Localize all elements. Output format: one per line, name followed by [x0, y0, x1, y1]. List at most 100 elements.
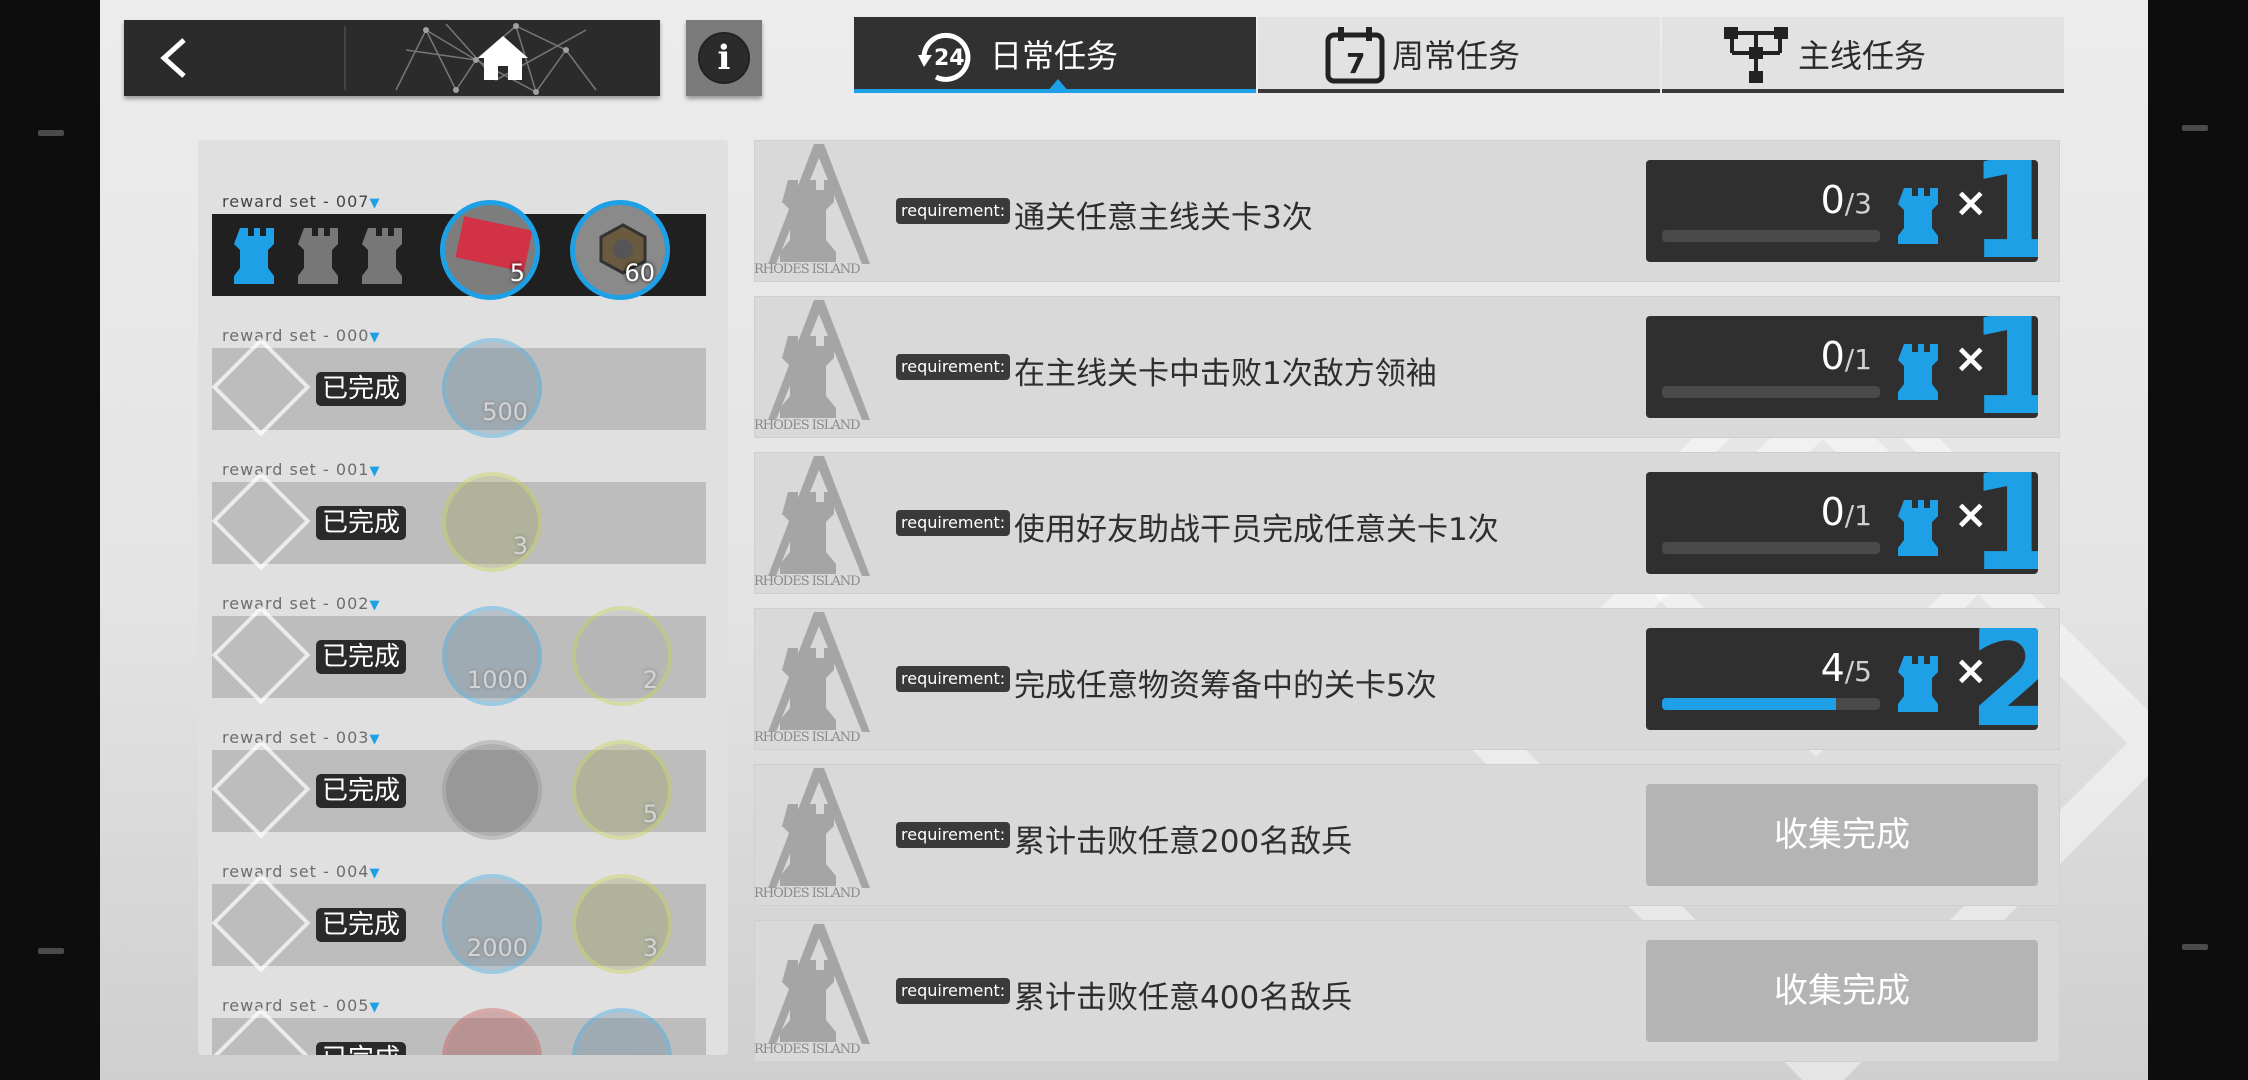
quest-description: 累计击败任意400名敌兵 — [1014, 980, 1353, 1016]
emblem-text: RHODES ISLAND — [754, 574, 861, 589]
reward-set-bar: 已完成 5 — [211, 739, 706, 840]
reward-item-nut[interactable]: 60 — [570, 200, 670, 300]
reward-item[interactable]: 3 — [572, 874, 672, 974]
reward-set-bar: 已完成 2000 3 — [211, 873, 706, 974]
rook-icon — [234, 228, 274, 284]
rhodes-island-emblem-icon: RHODES ISLAND — [754, 140, 884, 282]
reward-set-label: reward set - 005▼ — [222, 996, 381, 1015]
item-count: 5 — [509, 259, 525, 287]
quest-row[interactable]: RHODES ISLAND requirement: 完成任意物资筹备中的关卡5次 4… — [754, 608, 2060, 750]
quest-row[interactable]: RHODES ISLAND requirement: 在主线关卡中击败1次敌方领袖 0… — [754, 296, 2060, 438]
active-tab-pointer — [1046, 79, 1070, 93]
reward-set[interactable]: reward set - 004▼ 已完成 2000 3 — [198, 862, 728, 996]
rhodes-island-emblem-icon: RHODES ISLAND — [754, 296, 884, 438]
completed-emblem-icon — [211, 739, 311, 839]
emblem-text: RHODES ISLAND — [754, 886, 861, 901]
reward-set-label: reward set - 007▼ — [222, 192, 381, 211]
left-frame — [0, 0, 100, 1080]
progress-current: 4 — [1820, 646, 1845, 690]
hierarchy-icon — [1724, 27, 1788, 83]
collected-button[interactable]: 收集完成 — [1646, 940, 2038, 1042]
multiply-sign: × — [1954, 336, 1988, 382]
tab-main[interactable]: 主线任务 — [1662, 17, 2064, 93]
right-frame — [2148, 0, 2248, 1080]
progress-count: 4/5 — [1821, 646, 1872, 690]
completed-emblem-icon — [211, 471, 311, 571]
progress-current: 0 — [1820, 490, 1845, 534]
progress-total: /1 — [1844, 499, 1872, 532]
progress-bar-fill — [1662, 698, 1837, 710]
reward-item[interactable] — [442, 740, 542, 840]
reward-set[interactable]: reward set - 001▼ 已完成 3 — [198, 460, 728, 594]
home-button[interactable] — [346, 20, 660, 96]
reward-set[interactable]: reward set - 005▼ 已完成 — [198, 996, 728, 1055]
progress-count: 0/3 — [1821, 178, 1872, 222]
reward-set[interactable]: reward set - 000▼ 已完成 500 — [198, 326, 728, 460]
requirement-tag: requirement: — [896, 978, 1011, 1004]
quest-row[interactable]: RHODES ISLAND requirement: 通关任意主线关卡3次 0/3 1 × — [754, 140, 2060, 282]
completed-badge: 已完成 — [316, 372, 407, 406]
rook-icon — [1898, 500, 1938, 556]
progress-bar — [1662, 386, 1880, 398]
item-count: 2000 — [466, 934, 528, 962]
reward-set[interactable]: reward set - 007▼ 5 60 — [198, 192, 728, 326]
frame-notch — [2182, 944, 2208, 950]
tab-weekly-label: 周常任务 — [1392, 37, 1521, 75]
reward-set-bar: 已完成 500 — [211, 337, 706, 438]
progress-current: 0 — [1820, 178, 1845, 222]
item-count: 5 — [642, 800, 658, 828]
reward-set-label: reward set - 004▼ — [222, 862, 381, 881]
item-count: 2 — [642, 666, 658, 694]
calendar-7-icon: 7 — [1325, 27, 1385, 84]
item-count: 3 — [642, 934, 658, 962]
reward-set-bar: 5 60 — [212, 200, 706, 300]
svg-text:7: 7 — [1346, 47, 1365, 80]
reward-item-purchase-card[interactable]: 5 — [440, 200, 540, 300]
quest-row[interactable]: RHODES ISLAND requirement: 累计击败任意400名敌兵 收集完… — [754, 920, 2060, 1062]
emblem-text: RHODES ISLAND — [754, 1042, 861, 1057]
requirement-tag: requirement: — [896, 198, 1011, 224]
tab-daily[interactable]: 24 日常任务 — [854, 17, 1256, 93]
requirement-tag: requirement: — [896, 510, 1011, 536]
reward-item[interactable]: 2000 — [442, 874, 542, 974]
navigation-bar — [124, 20, 660, 96]
tab-main-label: 主线任务 — [1798, 37, 1927, 75]
frame-notch — [38, 130, 64, 136]
completed-badge: 已完成 — [316, 640, 407, 674]
rhodes-island-emblem-icon: RHODES ISLAND — [754, 452, 884, 594]
reward-item[interactable]: 2 — [572, 606, 672, 706]
quest-row[interactable]: RHODES ISLAND requirement: 累计击败任意200名敌兵 收集完… — [754, 764, 2060, 906]
rook-icon — [362, 228, 402, 284]
emblem-text: RHODES ISLAND — [754, 262, 861, 277]
collected-button[interactable]: 收集完成 — [1646, 784, 2038, 886]
quest-description: 通关任意主线关卡3次 — [1014, 200, 1313, 236]
completed-emblem-icon — [211, 873, 311, 973]
svg-text:24: 24 — [934, 46, 965, 71]
item-count: 1000 — [466, 666, 528, 694]
reward-item[interactable]: 3 — [442, 472, 542, 572]
rhodes-island-emblem-icon: RHODES ISLAND — [754, 920, 884, 1062]
multiply-sign: × — [1954, 180, 1988, 226]
reward-item[interactable]: 500 — [442, 338, 542, 438]
back-button[interactable] — [124, 20, 344, 96]
quest-progress-box: 4/5 2 × — [1646, 628, 2038, 730]
progress-total: /5 — [1844, 655, 1872, 688]
emblem-text: RHODES ISLAND — [754, 418, 861, 433]
reward-item[interactable] — [572, 1008, 672, 1055]
reward-item[interactable] — [442, 1008, 542, 1055]
multiply-sign: × — [1954, 492, 1988, 538]
home-icon — [478, 36, 528, 80]
progress-bar — [1662, 698, 1880, 710]
completed-emblem-icon — [211, 337, 311, 437]
quest-progress-box: 0/1 1 × — [1646, 472, 2038, 574]
rhodes-island-emblem-icon: RHODES ISLAND — [754, 608, 884, 750]
progress-count: 0/1 — [1821, 334, 1872, 378]
reward-item[interactable]: 5 — [572, 740, 672, 840]
quest-row[interactable]: RHODES ISLAND requirement: 使用好友助战干员完成任意关卡1… — [754, 452, 2060, 594]
reward-set[interactable]: reward set - 003▼ 已完成 5 — [198, 728, 728, 862]
item-count: 500 — [482, 398, 528, 426]
tab-weekly[interactable]: 7 周常任务 — [1258, 17, 1660, 93]
info-button[interactable]: i — [686, 20, 762, 96]
reward-set[interactable]: reward set - 002▼ 已完成 1000 2 — [198, 594, 728, 728]
reward-item[interactable]: 1000 — [442, 606, 542, 706]
